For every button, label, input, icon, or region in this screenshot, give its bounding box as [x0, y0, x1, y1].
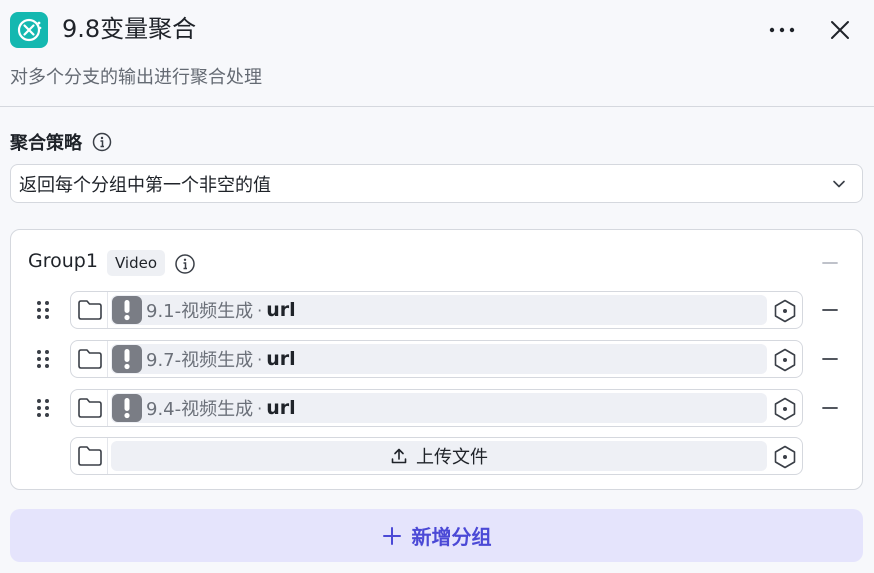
variable-field[interactable]: 9.7-视频生成 · url [70, 340, 803, 378]
node-header: 9.8变量聚合 [0, 0, 874, 60]
variable-field[interactable]: 9.4-视频生成 · url [70, 389, 803, 427]
variable-chip[interactable]: 9.7-视频生成 · url [111, 344, 767, 374]
warning-icon [112, 296, 142, 324]
info-icon[interactable] [174, 253, 196, 275]
warning-icon [112, 394, 142, 422]
close-icon[interactable] [822, 12, 858, 48]
variable-settings-icon[interactable] [772, 396, 798, 422]
upload-row: 上传文件 [11, 437, 864, 475]
variable-chip[interactable]: 9.1-视频生成 · url [111, 295, 767, 325]
variable-node-name: 9.4-视频生成 [146, 399, 254, 420]
variable-row: 9.4-视频生成 · url [11, 389, 864, 427]
variable-settings-icon[interactable] [772, 298, 798, 324]
strategy-label-row: 聚合策略 [10, 128, 112, 156]
node-title[interactable]: 9.8变量聚合 [62, 14, 196, 44]
remove-variable-icon[interactable] [819, 397, 841, 419]
upload-field[interactable]: 上传文件 [70, 437, 803, 475]
variable-row: 9.7-视频生成 · url [11, 340, 864, 378]
add-group-label: 新增分组 [411, 525, 492, 549]
chevron-down-icon [833, 180, 845, 188]
variable-field-name: url [266, 348, 296, 370]
field-separator [107, 438, 108, 474]
folder-icon[interactable] [77, 298, 103, 322]
folder-icon[interactable] [77, 396, 103, 420]
collapse-group-icon[interactable] [819, 252, 841, 274]
remove-variable-icon[interactable] [819, 348, 841, 370]
upload-label: 上传文件 [416, 447, 488, 468]
variable-field[interactable]: 9.1-视频生成 · url [70, 291, 803, 329]
variable-node-name: 9.1-视频生成 [146, 301, 254, 322]
plus-icon [382, 526, 401, 545]
add-group-button[interactable]: 新增分组 [10, 509, 863, 562]
variable-field-name: url [266, 397, 296, 419]
drag-handle-icon[interactable] [33, 348, 53, 370]
drag-handle-icon[interactable] [33, 299, 53, 321]
variable-settings-icon[interactable] [772, 347, 798, 373]
more-horizontal-icon[interactable] [762, 14, 802, 46]
remove-variable-icon[interactable] [819, 299, 841, 321]
group-name[interactable]: Group1 [28, 250, 98, 272]
group-card: Group1 Video 9.1-视频生成 · url 9.7-视频生成 · u… [10, 229, 863, 490]
info-icon[interactable] [92, 132, 112, 152]
variable-chip[interactable]: 9.4-视频生成 · url [111, 393, 767, 423]
folder-icon[interactable] [77, 347, 103, 371]
folder-icon[interactable] [77, 444, 103, 468]
field-separator [107, 341, 108, 377]
variable-node-name: 9.7-视频生成 [146, 350, 254, 371]
upload-icon [391, 448, 407, 464]
strategy-selected-value: 返回每个分组中第一个非空的值 [19, 174, 271, 196]
variable-separator: · [257, 398, 263, 418]
field-separator [107, 292, 108, 328]
variable-separator: · [257, 349, 263, 369]
field-separator [107, 390, 108, 426]
strategy-label: 聚合策略 [10, 133, 82, 154]
warning-icon [112, 345, 142, 373]
variable-separator: · [257, 300, 263, 320]
variable-settings-icon[interactable] [772, 444, 798, 470]
strategy-select[interactable]: 返回每个分组中第一个非空的值 [10, 164, 863, 203]
divider [0, 106, 874, 107]
node-description[interactable]: 对多个分支的输出进行聚合处理 [10, 64, 262, 92]
upload-file-button[interactable]: 上传文件 [111, 441, 767, 471]
variable-aggregate-icon [10, 12, 48, 48]
variable-row: 9.1-视频生成 · url [11, 291, 864, 329]
variable-field-name: url [266, 299, 296, 321]
drag-handle-icon[interactable] [33, 397, 53, 419]
group-type-badge: Video [107, 250, 166, 276]
